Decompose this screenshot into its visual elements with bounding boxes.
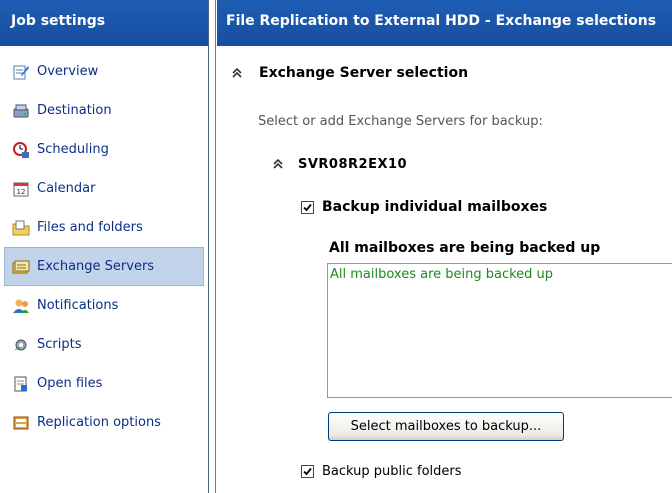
destination-icon [12, 102, 30, 120]
sidebar-item-label: Replication options [37, 415, 161, 430]
main-title: File Replication to External HDD - Excha… [217, 0, 672, 46]
backup-mailboxes-row[interactable]: Backup individual mailboxes [301, 199, 547, 215]
exchange-servers-icon [12, 258, 30, 276]
backup-public-folders-label: Backup public folders [322, 464, 462, 479]
sidebar-item-label: Exchange Servers [37, 259, 155, 274]
mailboxes-title: All mailboxes are being backed up [329, 240, 601, 256]
mailboxes-list[interactable]: All mailboxes are being backed up [327, 263, 672, 398]
mailboxes-list-item: All mailboxes are being backed up [330, 267, 554, 282]
main-panel: File Replication to External HDD - Excha… [217, 0, 672, 493]
backup-public-folders-checkbox[interactable] [301, 465, 314, 478]
sidebar-item-label: Calendar [37, 181, 96, 196]
calendar-icon: 12 [12, 180, 30, 198]
backup-mailboxes-label: Backup individual mailboxes [322, 199, 548, 215]
scripts-icon [12, 336, 30, 354]
sidebar-item-exchange-servers[interactable]: Exchange Servers [4, 247, 204, 286]
collapse-chevron-icon[interactable] [270, 156, 286, 172]
scheduling-icon [12, 141, 30, 159]
sidebar-item-label: Destination [37, 103, 112, 118]
sidebar-item-open-files[interactable]: Open files [0, 364, 208, 403]
server-header[interactable]: SVR08R2EX10 [270, 156, 407, 172]
sidebar-item-calendar[interactable]: 12 Calendar [0, 169, 208, 208]
sidebar-item-scheduling[interactable]: Scheduling [0, 130, 208, 169]
sidebar: Job settings Overview Destination Schedu… [0, 0, 209, 493]
sidebar-item-scripts[interactable]: Scripts [0, 325, 208, 364]
sidebar-item-label: Scripts [37, 337, 82, 352]
sidebar-item-label: Overview [37, 64, 99, 79]
open-files-icon [12, 375, 30, 393]
sidebar-item-label: Files and folders [37, 220, 143, 235]
server-name: SVR08R2EX10 [298, 156, 408, 172]
splitter[interactable] [210, 0, 216, 493]
backup-public-folders-row[interactable]: Backup public folders [301, 464, 462, 479]
notifications-icon [12, 297, 30, 315]
sidebar-item-files-folders[interactable]: Files and folders [0, 208, 208, 247]
sidebar-item-label: Open files [37, 376, 103, 391]
sidebar-list: Overview Destination Scheduling 12 Calen… [0, 46, 208, 442]
files-folders-icon [12, 219, 30, 237]
collapse-chevron-icon[interactable] [229, 65, 245, 81]
replication-options-icon [12, 414, 30, 432]
select-mailboxes-button[interactable]: Select mailboxes to backup... [328, 412, 564, 441]
exchange-server-section-header[interactable]: Exchange Server selection [229, 65, 468, 81]
backup-mailboxes-checkbox[interactable] [301, 200, 314, 214]
section-description: Select or add Exchange Servers for backu… [258, 114, 543, 129]
sidebar-item-destination[interactable]: Destination [0, 91, 208, 130]
sidebar-item-label: Scheduling [37, 142, 109, 157]
svg-text:12: 12 [17, 188, 26, 196]
sidebar-item-replication-options[interactable]: Replication options [0, 403, 208, 442]
overview-icon [12, 63, 30, 81]
sidebar-item-label: Notifications [37, 298, 119, 313]
section-title: Exchange Server selection [259, 65, 469, 81]
sidebar-title: Job settings [0, 0, 208, 46]
sidebar-item-overview[interactable]: Overview [0, 52, 208, 91]
sidebar-item-notifications[interactable]: Notifications [0, 286, 208, 325]
